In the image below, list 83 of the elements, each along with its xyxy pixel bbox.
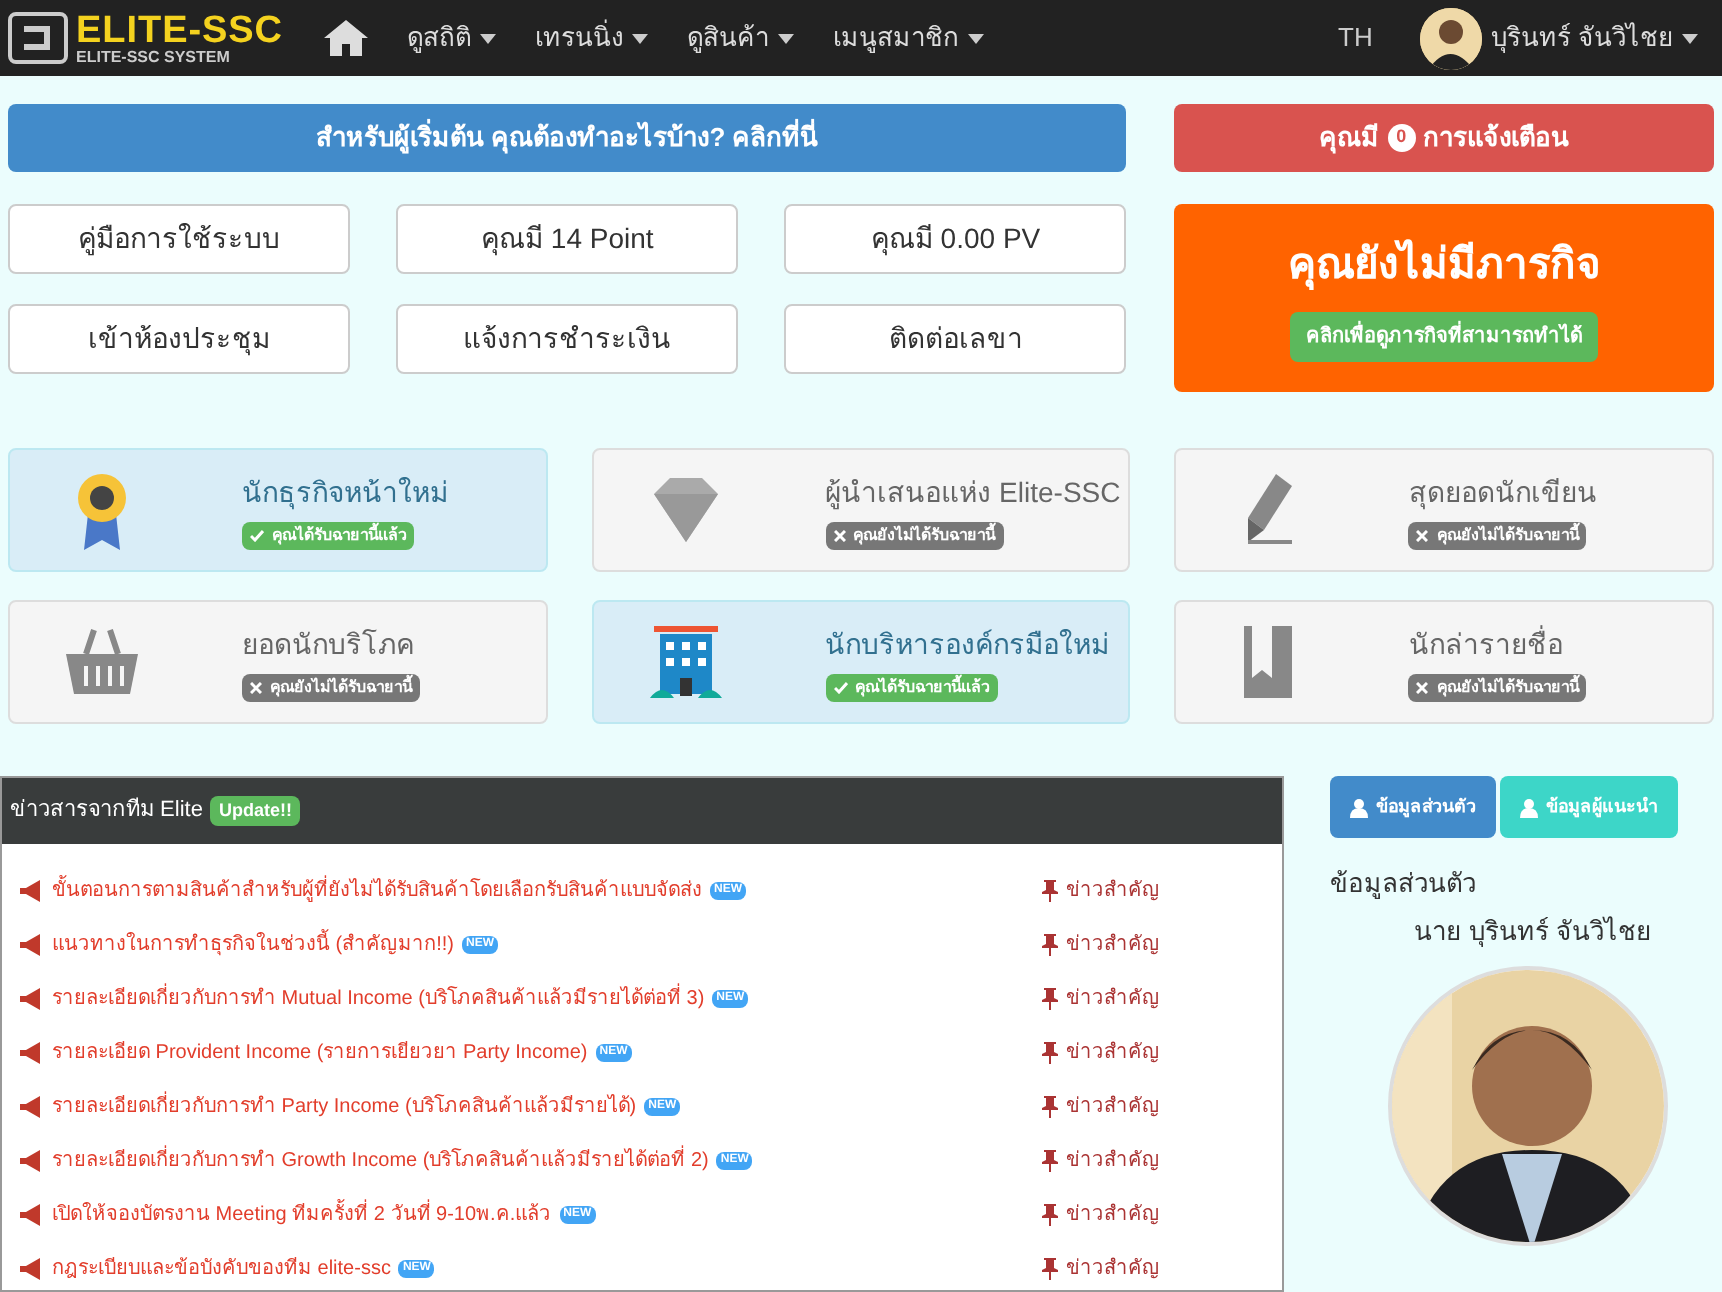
caret-icon: [479, 33, 496, 43]
status-badge: คุณยังไม่ได้รับฉายานี้: [825, 521, 1004, 549]
nav-menu[interactable]: เมนูสมาชิก: [833, 18, 984, 58]
cross-icon: [250, 681, 262, 693]
news-tag: ข่าวสำคัญ: [1066, 876, 1160, 906]
title-name: ยอดนักบริโภค: [242, 625, 414, 663]
cross-icon: [1416, 529, 1429, 541]
logo-icon: [8, 12, 68, 64]
quick-button[interactable]: คู่มือการใช้ระบบ: [8, 204, 351, 274]
news-tag: ข่าวสำคัญ: [1066, 1038, 1160, 1068]
title-name: นักบริหารองค์กรมือใหม่: [825, 625, 1110, 663]
megaphone-icon: [18, 934, 44, 956]
pin-icon: [1042, 880, 1058, 902]
news-tag: ข่าวสำคัญ: [1066, 930, 1160, 960]
quick-button[interactable]: ติดต่อเลขา: [784, 304, 1127, 374]
pin-icon: [1042, 1096, 1058, 1118]
status-badge: คุณยังไม่ได้รับฉายานี้: [1408, 673, 1587, 701]
news-tag: ข่าวสำคัญ: [1066, 1092, 1160, 1122]
caret-icon: [1682, 33, 1698, 43]
pin-icon: [1042, 988, 1058, 1010]
profile-name: นาย บุรินทร์ จันวิไชย: [1414, 913, 1655, 950]
news-link[interactable]: รายละเอียดเกี่ยวกับการทำ Party Income (บริโภคสินค้าแล้วมีรายได้): [52, 1092, 637, 1122]
news-tag: ข่าวสำคัญ: [1066, 1200, 1160, 1230]
news-tag: ข่าวสำคัญ: [1066, 984, 1160, 1014]
megaphone-icon: [18, 880, 44, 902]
megaphone-icon: [18, 1258, 44, 1280]
beginner-button[interactable]: สำหรับผู้เริ่มต้น คุณต้องทำอะไรบ้าง? คลิกที่นี่: [8, 104, 1127, 172]
nav-menu[interactable]: เทรนนิ่ง: [535, 18, 648, 58]
megaphone-icon: [18, 1042, 44, 1064]
title-name: ผู้นำเสนอแห่ง Elite-SSC: [825, 473, 1121, 513]
profile-heading: ข้อมูลส่วนตัว: [1330, 866, 1478, 903]
news-link[interactable]: รายละเอียด Provident Income (รายการเยียวยา Party Income): [52, 1038, 588, 1068]
logo-title: ELITE-SSC: [76, 11, 284, 49]
cross-icon: [1416, 681, 1429, 693]
title-name: นักธุรกิจหน้าใหม่: [242, 473, 448, 513]
news-link[interactable]: ขั้นตอนการตามสินค้าสำหรับผู้ที่ยังไม่ได้รับสินค้าโดยเลือกรับสินค้าแบบจัดส่ง: [52, 876, 702, 906]
status-badge: คุณได้รับฉายานี้แล้ว: [825, 673, 998, 701]
pin-icon: [1042, 1042, 1058, 1064]
quick-button[interactable]: คุณมี 14 Point: [396, 204, 739, 274]
quick-button[interactable]: คุณมี 0.00 PV: [784, 204, 1127, 274]
logo-subtitle: ELITE-SSC SYSTEM: [76, 49, 232, 65]
check-icon: [833, 681, 848, 693]
megaphone-icon: [18, 1204, 44, 1226]
status-badge: คุณได้รับฉายานี้แล้ว: [242, 521, 414, 549]
user-icon: [1520, 797, 1538, 817]
mission-button[interactable]: คลิกเพื่อดูภารกิจที่สามารถทำได้: [1290, 312, 1599, 363]
news-link[interactable]: เปิดให้จองบัตรงาน Meeting ทีมครั้งที่ 2 วันที่ 9-10พ.ค.แล้ว: [52, 1200, 552, 1230]
status-badge: คุณยังไม่ได้รับฉายานี้: [1408, 521, 1587, 549]
user-menu[interactable]: บุรินทร์ จันวิไชย: [1490, 18, 1698, 58]
title-name: นักล่ารายชื่อ: [1408, 623, 1563, 663]
check-icon: [250, 529, 264, 541]
megaphone-icon: [18, 988, 44, 1010]
language-label[interactable]: TH: [1338, 18, 1373, 58]
caret-icon: [967, 33, 984, 43]
status-badge: คุณยังไม่ได้รับฉายานี้: [242, 673, 420, 701]
title-name: สุดยอดนักเขียน: [1408, 473, 1597, 513]
quick-button[interactable]: แจ้งการชำระเงิน: [396, 304, 739, 374]
pin-icon: [1042, 934, 1058, 956]
pin-icon: [1042, 1150, 1058, 1172]
notification-button[interactable]: คุณมี 0 การแจ้งเตือน: [1174, 104, 1714, 172]
caret-icon: [631, 33, 648, 43]
news-title: ข่าวสารจากทีม Elite: [10, 795, 203, 827]
mission-title: คุณยังไม่มีภารกิจ: [1288, 237, 1601, 294]
pin-icon: [1042, 1204, 1058, 1226]
user-icon: [1350, 797, 1368, 817]
profile-tab[interactable]: ข้อมูลส่วนตัว: [1330, 776, 1496, 838]
news-link[interactable]: แนวทางในการทำธุรกิจในช่วงนี้ (สำคัญมาก!!): [52, 930, 454, 960]
news-tag: ข่าวสำคัญ: [1066, 1254, 1160, 1284]
update-badge: Update!!: [210, 795, 300, 827]
notification-count: 0: [1387, 124, 1416, 152]
quick-button[interactable]: เข้าห้องประชุม: [8, 304, 351, 374]
news-link[interactable]: รายละเอียดเกี่ยวกับการทำ Mutual Income (บริโภคสินค้าแล้วมีรายได้ต่อที่ 3): [52, 984, 705, 1014]
cross-icon: [833, 529, 846, 541]
news-tag: ข่าวสำคัญ: [1066, 1146, 1160, 1176]
news-link[interactable]: รายละเอียดเกี่ยวกับการทำ Growth Income (บริโภคสินค้าแล้วมีรายได้ต่อที่ 2): [52, 1146, 709, 1176]
megaphone-icon: [18, 1150, 44, 1172]
pin-icon: [1042, 1258, 1058, 1280]
home-icon[interactable]: [323, 18, 368, 58]
nav-menu[interactable]: ดูสถิติ: [407, 18, 496, 58]
caret-icon: [777, 33, 794, 43]
megaphone-icon: [18, 1096, 44, 1118]
nav-menu[interactable]: ดูสินค้า: [687, 18, 794, 58]
news-link[interactable]: กฎระเบียบและข้อบังคับของทีม elite-ssc: [52, 1254, 391, 1284]
